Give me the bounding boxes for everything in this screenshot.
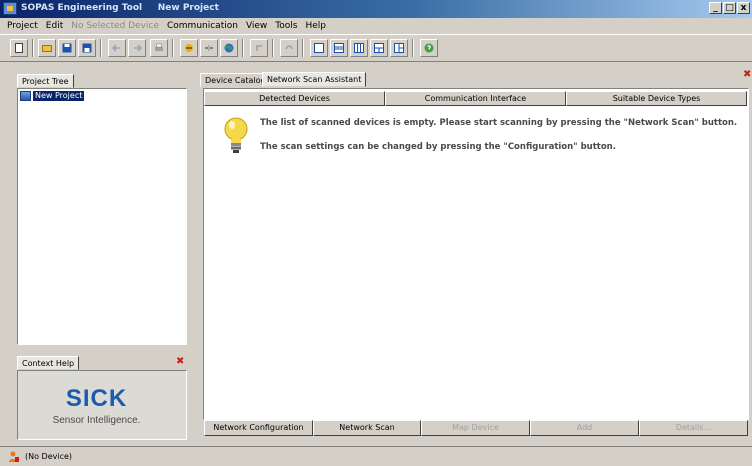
save-button[interactable] [58,39,76,57]
open-folder-icon [42,45,52,52]
tree-node-label: New Project [33,91,85,101]
scan-results-area [203,88,749,420]
menu-bar: Project Edit No Selected Device Communic… [0,18,752,33]
project-icon [20,91,31,101]
toolbar-separator [100,39,102,57]
tree-node-new-project[interactable]: New Project [20,91,85,101]
connect-icon [185,44,193,52]
minimize-button[interactable]: _ [709,2,722,14]
layout-2-button[interactable] [330,39,348,57]
column-header-suitable-device-types[interactable]: Suitable Device Types [566,91,747,106]
disconnect-icon [205,45,213,51]
forward-button[interactable] [128,39,146,57]
save-all-icon [82,43,92,53]
title-bar: SOPAS Engineering Tool New Project _ □ x [0,0,752,18]
layout-5-icon [394,43,404,53]
print-icon [155,43,163,51]
map-device-button[interactable]: Map Device [421,420,530,436]
close-icon[interactable]: ✖ [176,357,184,367]
scan-action-bar: Network Configuration Network Scan Map D… [204,420,748,436]
toolbar [0,34,752,62]
new-file-button[interactable] [10,39,28,57]
details-button[interactable]: Details... [639,420,748,436]
toolbar-separator [242,39,244,57]
toolbar-separator [32,39,34,57]
forward-arrow-icon [134,44,142,52]
layout-1-button[interactable] [310,39,328,57]
logo-wordmark: SICK [65,385,128,412]
menu-view[interactable]: View [242,21,271,31]
toolbar-separator [302,39,304,57]
undo-icon [256,45,262,51]
layout-5-button[interactable] [390,39,408,57]
empty-list-message: The list of scanned devices is empty. Pl… [260,118,738,128]
connect-button[interactable] [180,39,198,57]
help-icon [424,43,434,53]
column-header-communication-interface[interactable]: Communication Interface [385,91,566,106]
window-controls: _ □ x [709,2,750,14]
menu-tools[interactable]: Tools [271,21,301,31]
maximize-button[interactable]: □ [723,2,736,14]
menu-project[interactable]: Project [3,21,42,31]
status-text: (No Device) [25,452,73,461]
device-status-icon [9,451,19,462]
app-icon [3,2,17,15]
globe-icon [224,43,234,53]
help-button[interactable] [420,39,438,57]
status-bar: (No Device) [0,446,752,466]
tab-device-catalog[interactable]: Device Catalog [200,73,271,87]
save-icon [62,43,72,53]
layout-2-icon [334,43,344,53]
close-button[interactable]: x [737,2,750,14]
column-header-detected-devices[interactable]: Detected Devices [204,91,385,106]
toolbar-separator [172,39,174,57]
lightbulb-icon [224,117,248,153]
add-button[interactable]: Add [530,420,639,436]
toolbar-separator [412,39,414,57]
table-header: Detected Devices Communication Interface… [204,91,747,106]
open-button[interactable] [38,39,56,57]
print-button[interactable] [150,39,168,57]
menu-help[interactable]: Help [301,21,330,31]
menu-device[interactable]: No Selected Device [67,21,163,31]
menu-edit[interactable]: Edit [42,21,67,31]
menu-communication[interactable]: Communication [163,21,242,31]
layout-3-icon [354,43,364,53]
tab-context-help[interactable]: Context Help [17,356,80,370]
new-file-icon [15,43,23,53]
redo-icon [285,45,293,50]
configuration-hint-message: The scan settings can be changed by pres… [260,142,616,152]
close-icon[interactable]: ✖ [743,70,751,80]
window-title: SOPAS Engineering Tool New Project [21,3,219,13]
toolbar-separator [272,39,274,57]
undo-button[interactable] [250,39,268,57]
redo-button[interactable] [280,39,298,57]
layout-4-button[interactable] [370,39,388,57]
disconnect-button[interactable] [200,39,218,57]
layout-4-icon [374,43,384,53]
sick-logo: SICK Sensor Intelligence. [14,385,179,439]
layout-3-button[interactable] [350,39,368,57]
save-all-button[interactable] [78,39,96,57]
tab-project-tree[interactable]: Project Tree [17,74,74,88]
tab-network-scan-assistant[interactable]: Network Scan Assistant [262,72,367,87]
back-button[interactable] [108,39,126,57]
network-configuration-button[interactable]: Network Configuration [204,420,313,436]
globe-button[interactable] [220,39,238,57]
logo-tagline: Sensor Intelligence. [52,415,141,426]
back-arrow-icon [112,44,120,52]
project-tree-area: New Project [17,88,187,345]
network-scan-button[interactable]: Network Scan [313,420,421,436]
layout-1-icon [314,43,324,53]
